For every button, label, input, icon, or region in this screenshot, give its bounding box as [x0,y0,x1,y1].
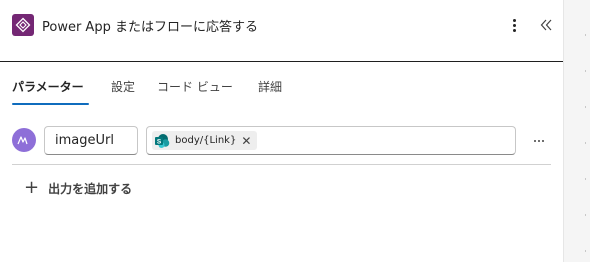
active-tab-indicator [12,103,89,105]
power-automate-diamond-icon [12,14,34,36]
chevron-double-left-icon[interactable] [537,14,557,36]
more-vertical-icon[interactable] [505,14,523,36]
more-horizontal-icon[interactable] [529,134,549,148]
token-label: body/{Link} [175,135,237,146]
panel-title: Power App またはフローに応答する [42,20,258,35]
plus-icon: + [24,177,40,198]
tab-details[interactable]: 詳細 [258,78,282,95]
parameter-value-input[interactable]: S body/{Link} ✕ [146,126,516,155]
add-output-button[interactable]: + 出力を追加する [24,178,132,198]
add-output-label: 出力を追加する [48,181,133,196]
panel-header: Power App またはフローに応答する [0,0,563,62]
sharepoint-icon: S [154,133,170,149]
tab-code-view[interactable]: コード ビュー [157,78,233,95]
output-parameter-row: imageUrl S body/{Link} ✕ [12,126,551,156]
divider [12,164,551,165]
scrollbar-track[interactable] [563,0,590,262]
parameter-name-input[interactable]: imageUrl [44,126,138,155]
tab-parameters[interactable]: パラメーター [12,78,84,95]
close-icon[interactable]: ✕ [241,135,251,147]
dynamic-content-token[interactable]: S body/{Link} ✕ [152,131,258,150]
text-type-icon [12,128,36,152]
tab-settings[interactable]: 設定 [111,78,135,95]
svg-text:S: S [157,138,162,145]
tab-list: パラメーター 設定 コード ビュー 詳細 [0,74,563,106]
action-config-panel: Power App またはフローに応答する パラメーター 設定 コード ビュー … [0,0,563,262]
